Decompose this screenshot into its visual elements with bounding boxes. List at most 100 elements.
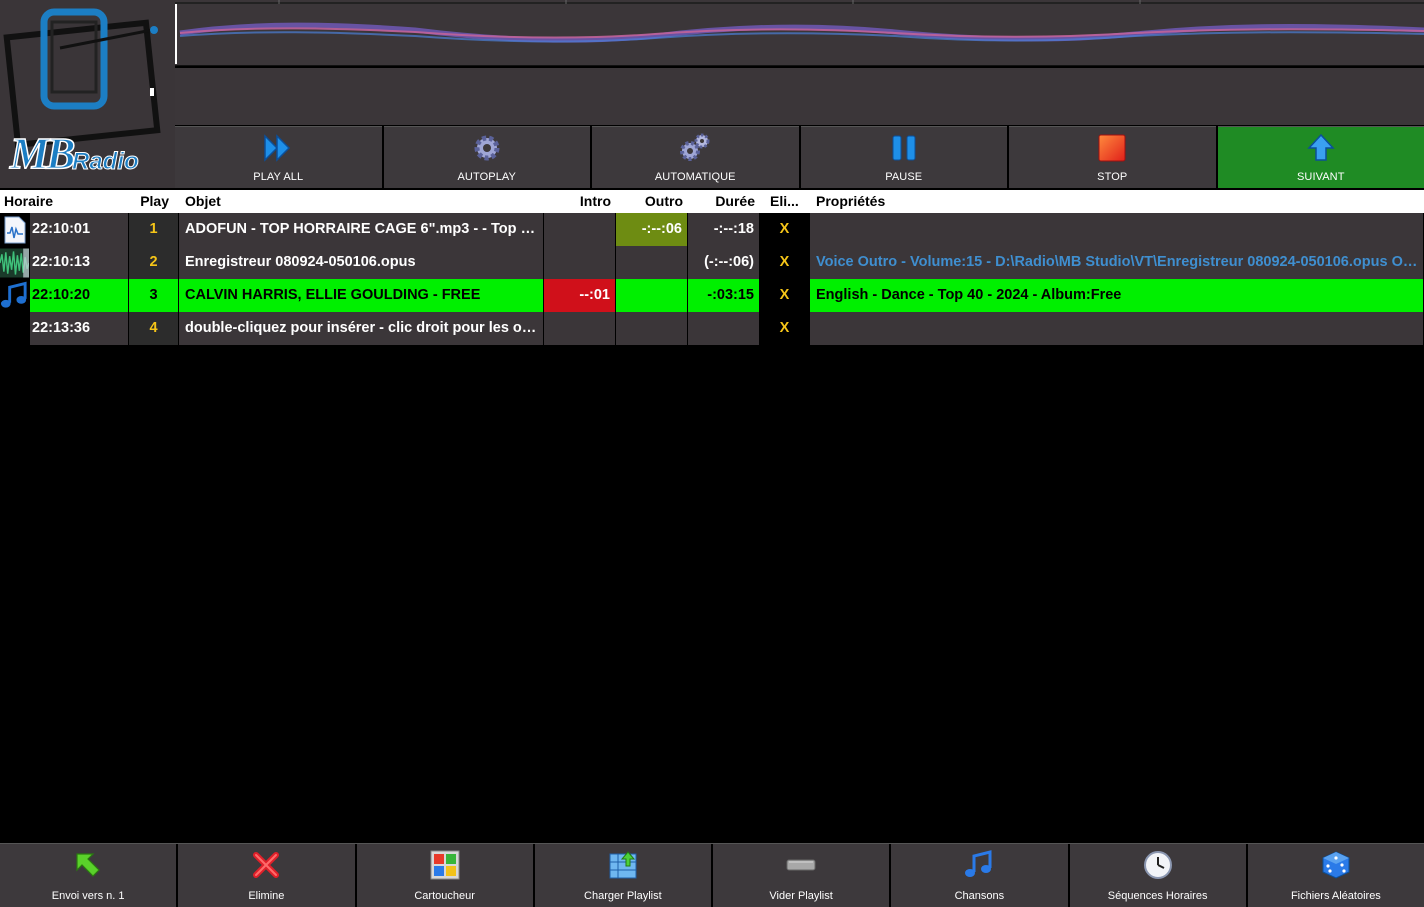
empty-icon-cell [0, 312, 30, 345]
waveform-icon [0, 246, 30, 279]
app-logo: MB Radio [0, 0, 175, 188]
row-properties [810, 312, 1424, 345]
pause-label: PAUSE [885, 171, 923, 183]
playlist-grid[interactable]: Horaire Play Objet Intro Outro Durée Eli… [0, 190, 1424, 345]
cartoucheur-label: Cartoucheur [414, 890, 475, 902]
playlist-row-insert[interactable]: 22:13:36 4 double-cliquez pour insérer -… [0, 312, 1424, 345]
row-properties [810, 213, 1424, 246]
row-object: Enregistreur 080924-050106.opus [179, 246, 544, 279]
row-time: 22:10:01 [30, 213, 129, 246]
suivant-button[interactable]: SUIVANT [1217, 126, 1424, 188]
arrow-up-left-icon [71, 848, 105, 882]
header-play[interactable]: Play [129, 190, 179, 213]
row-time: 22:10:13 [30, 246, 129, 279]
playlist-row[interactable]: 22:10:01 1 ADOFUN - TOP HORRAIRE CAGE 6"… [0, 213, 1424, 246]
logo-text: MB Radio [8, 128, 158, 180]
playlist-row-playing[interactable]: 22:10:20 3 CALVIN HARRIS, ELLIE GOULDING… [0, 279, 1424, 312]
info-panel [175, 67, 1424, 125]
row-duration [688, 312, 760, 345]
header-eli[interactable]: Eli... [760, 190, 810, 213]
row-play-number: 4 [129, 312, 179, 345]
automatique-button[interactable]: AUTOMATIQUE [592, 126, 799, 188]
load-playlist-icon [606, 848, 640, 882]
audio-file-icon [0, 213, 30, 246]
red-x-icon [249, 848, 283, 882]
elimine-button[interactable]: Elimine [178, 844, 355, 907]
play-all-button[interactable]: PLAY ALL [175, 126, 382, 188]
envoi-label: Envoi vers n. 1 [51, 890, 125, 902]
stop-icon [1095, 131, 1129, 165]
fichiers-aleatoires-button[interactable]: Fichiers Aléatoires [1247, 844, 1424, 907]
row-intro: --:01 [544, 279, 616, 312]
row-object: ADOFUN - TOP HORRAIRE CAGE 6".mp3 - - To… [179, 213, 544, 246]
row-time: 22:10:20 [30, 279, 129, 312]
play-all-icon [261, 131, 295, 165]
row-duration: (-:--:06) [688, 246, 760, 279]
charger-playlist-label: Charger Playlist [584, 890, 662, 902]
row-duration: -:03:15 [688, 279, 760, 312]
sequences-horaires-button[interactable]: Séquences Horaires [1069, 844, 1246, 907]
waveform-graphic [175, 0, 1424, 64]
autoplay-button[interactable]: AUTOPLAY [383, 126, 590, 188]
logo-text-main: MB [9, 128, 76, 179]
row-play-number: 3 [129, 279, 179, 312]
playlist-header: Horaire Play Objet Intro Outro Durée Eli… [0, 190, 1424, 213]
row-outro [616, 279, 688, 312]
row-time: 22:13:36 [30, 312, 129, 345]
row-outro [616, 246, 688, 279]
row-intro [544, 213, 616, 246]
row-outro [616, 312, 688, 345]
bottom-toolbar: Envoi vers n. 1 Elimine Cartoucheur Char… [0, 843, 1424, 907]
vider-playlist-button[interactable]: Vider Playlist [713, 844, 890, 907]
cartoucheur-button[interactable]: Cartoucheur [356, 844, 533, 907]
row-play-number: 2 [129, 246, 179, 279]
autoplay-label: AUTOPLAY [457, 171, 516, 183]
play-all-label: PLAY ALL [253, 171, 304, 183]
row-intro [544, 312, 616, 345]
elimine-label: Elimine [248, 890, 285, 902]
waveform-display[interactable] [175, 0, 1424, 66]
stop-button[interactable]: STOP [1009, 126, 1216, 188]
row-object: double-cliquez pour insérer - clic droit… [179, 312, 544, 345]
header-outro[interactable]: Outro [616, 190, 688, 213]
cart-grid-icon [428, 848, 462, 882]
clock-icon [1141, 848, 1175, 882]
gears-icon [678, 131, 712, 165]
row-intro [544, 246, 616, 279]
row-eliminate[interactable]: X [760, 312, 810, 345]
row-properties: Voice Outro - Volume:15 - D:\Radio\MB St… [810, 246, 1424, 279]
fichiers-aleatoires-label: Fichiers Aléatoires [1290, 890, 1381, 902]
charger-playlist-button[interactable]: Charger Playlist [534, 844, 711, 907]
row-eliminate[interactable]: X [760, 246, 810, 279]
music-note-icon [0, 279, 30, 312]
suivant-label: SUIVANT [1296, 171, 1345, 183]
playlist-row[interactable]: 22:10:13 2 Enregistreur 080924-050106.op… [0, 246, 1424, 279]
vider-playlist-label: Vider Playlist [769, 890, 833, 902]
envoi-button[interactable]: Envoi vers n. 1 [0, 844, 177, 907]
header-intro[interactable]: Intro [544, 190, 616, 213]
row-eliminate[interactable]: X [760, 279, 810, 312]
pause-icon [887, 131, 921, 165]
row-play-number: 1 [129, 213, 179, 246]
transport-toolbar: PLAY ALL AUTOPLAY AUTOMATIQUE PAUSE STOP… [175, 126, 1424, 188]
logo-text-sub: Radio [72, 148, 140, 176]
dice-icon [1319, 848, 1353, 882]
header-properties[interactable]: Propriétés [810, 190, 1424, 213]
row-outro: -:--:06 [616, 213, 688, 246]
sequences-horaires-label: Séquences Horaires [1107, 890, 1208, 902]
pause-button[interactable]: PAUSE [800, 126, 1007, 188]
header-duration[interactable]: Durée [688, 190, 760, 213]
stop-label: STOP [1097, 171, 1128, 183]
header-time[interactable]: Horaire [0, 190, 129, 213]
music-note-icon [962, 848, 996, 882]
arrow-up-icon [1304, 131, 1338, 165]
row-properties: English - Dance - Top 40 - 2024 - Album:… [810, 279, 1424, 312]
row-eliminate[interactable]: X [760, 213, 810, 246]
chansons-label: Chansons [954, 890, 1005, 902]
row-object: CALVIN HARRIS, ELLIE GOULDING - FREE [179, 279, 544, 312]
row-duration: -:--:18 [688, 213, 760, 246]
header-object[interactable]: Objet [179, 190, 544, 213]
automatique-label: AUTOMATIQUE [654, 171, 736, 183]
chansons-button[interactable]: Chansons [891, 844, 1068, 907]
gear-icon [470, 131, 504, 165]
